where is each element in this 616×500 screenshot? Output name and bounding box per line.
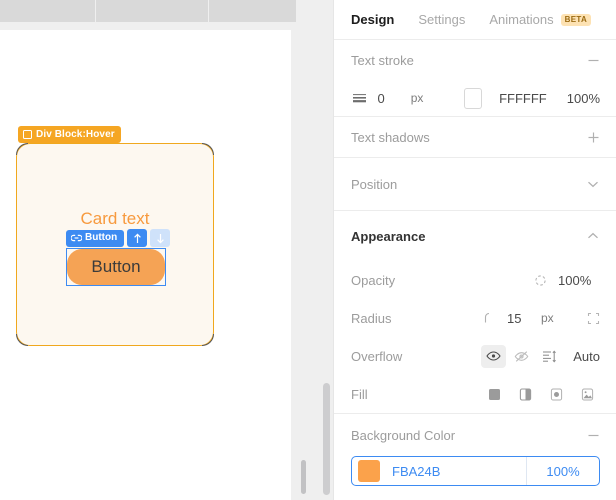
canvas-scrollbar-thumb[interactable] — [301, 460, 306, 494]
canvas-area: Div Block:Hover Card text Button Button — [0, 0, 333, 500]
corner-handle-bottom-right — [202, 334, 214, 346]
tab-design-label: Design — [351, 12, 395, 27]
overflow-label: Overflow — [351, 348, 403, 364]
text-stroke-row: 0 px FFFFFF 100% — [334, 80, 616, 116]
section-position: Position — [334, 158, 616, 211]
plus-icon[interactable] — [587, 131, 600, 144]
section-text-shadows: Text shadows — [334, 117, 616, 158]
radius-value[interactable]: 15 — [507, 311, 541, 326]
corner-handle-top-right — [202, 143, 214, 155]
eye-icon[interactable] — [481, 344, 507, 368]
fill-row: Fill — [334, 375, 616, 413]
opacity-row: Opacity 100% — [334, 261, 616, 299]
radius-unit[interactable]: px — [541, 311, 587, 325]
section-background-color-title: Background Color — [351, 427, 456, 443]
opacity-value[interactable]: 100% — [558, 273, 600, 288]
section-text-stroke: Text stroke 0 px FFFFFF 100% — [334, 40, 616, 117]
corner-handle-top-left — [16, 143, 28, 155]
background-color-hex[interactable]: FBA24B — [380, 464, 526, 479]
selected-element-name: Button — [85, 232, 118, 243]
tab-animations-label: Animations — [489, 12, 554, 27]
panel-tab-bar: Design Settings Animations BETA — [334, 0, 616, 40]
background-color-field[interactable]: FBA24B 100% — [351, 456, 600, 486]
eye-off-icon[interactable] — [509, 345, 534, 368]
radius-row: Radius 15 px — [334, 299, 616, 337]
background-color-swatch[interactable] — [358, 460, 380, 482]
tab-design[interactable]: Design — [351, 12, 394, 27]
minus-icon[interactable] — [587, 54, 600, 67]
section-background-color: Background Color FBA24B 100% — [334, 414, 616, 486]
opacity-icon[interactable] — [534, 274, 547, 287]
app-root: Div Block:Hover Card text Button Button … — [0, 0, 616, 500]
overflow-row: Overflow Auto — [334, 337, 616, 375]
canvas-viewport[interactable]: Div Block:Hover Card text Button Button — [0, 30, 291, 500]
radial-gradient-icon[interactable] — [543, 383, 569, 406]
text-stroke-color-swatch[interactable] — [464, 87, 483, 109]
section-background-color-header[interactable]: Background Color — [334, 414, 616, 456]
tab-settings-label: Settings — [418, 12, 466, 27]
radius-label: Radius — [351, 310, 392, 326]
section-appearance-header[interactable]: Appearance — [334, 211, 616, 261]
square-outline-icon — [23, 130, 32, 139]
scroll-icon[interactable] — [537, 345, 562, 368]
minus-icon[interactable] — [587, 429, 600, 442]
fill-label: Fill — [351, 386, 368, 402]
chevron-up-icon[interactable] — [586, 229, 600, 243]
text-stroke-color-opacity[interactable]: 100% — [567, 91, 600, 106]
selected-element-chip[interactable]: Button — [66, 229, 125, 247]
div-block-card[interactable]: Card text Button Button — [16, 143, 214, 346]
opacity-label: Opacity — [351, 272, 396, 288]
text-stroke-width-value[interactable]: 0 — [378, 91, 385, 106]
section-text-stroke-title: Text stroke — [351, 52, 414, 68]
card-text[interactable]: Card text — [17, 210, 213, 227]
right-properties-panel: Design Settings Animations BETA Text str… — [333, 0, 616, 500]
browser-tab[interactable] — [96, 0, 208, 22]
section-text-shadows-header[interactable]: Text shadows — [334, 117, 616, 157]
section-position-title: Position — [351, 176, 398, 192]
browser-tab[interactable] — [0, 0, 95, 22]
move-down-button[interactable] — [150, 229, 171, 247]
button-element[interactable]: Button — [67, 249, 165, 285]
text-stroke-width-unit[interactable]: px — [411, 91, 424, 105]
image-fill-icon[interactable] — [574, 383, 600, 406]
section-text-stroke-header[interactable]: Text stroke — [334, 40, 616, 80]
browser-tab[interactable] — [209, 0, 296, 22]
chevron-down-icon[interactable] — [586, 177, 600, 191]
linear-gradient-icon[interactable] — [512, 383, 538, 406]
stroke-weight-icon[interactable] — [351, 92, 368, 104]
corner-radius-icon — [482, 312, 498, 324]
section-text-shadows-title: Text shadows — [351, 129, 430, 145]
background-color-opacity[interactable]: 100% — [527, 464, 599, 479]
section-position-header[interactable]: Position — [334, 158, 616, 210]
panel-scrollbar-thumb[interactable] — [323, 383, 330, 495]
canvas-scrollbar-track[interactable] — [291, 30, 306, 500]
text-stroke-color-hex[interactable]: FFFFFF — [499, 91, 547, 106]
overflow-auto-label[interactable]: Auto — [573, 349, 600, 364]
corner-handle-bottom-left — [16, 334, 28, 346]
section-appearance-title: Appearance — [351, 228, 426, 244]
tab-animations[interactable]: Animations BETA — [489, 12, 592, 27]
section-appearance: Appearance Opacity 100% Radius 15 px Ove… — [334, 211, 616, 414]
selection-toolbar: Button — [66, 229, 171, 247]
beta-badge: BETA — [560, 13, 592, 26]
move-up-button[interactable] — [127, 229, 148, 247]
link-icon — [70, 229, 83, 247]
selection-outline: Button — [66, 248, 166, 286]
tab-settings[interactable]: Settings — [418, 12, 465, 27]
browser-tab-strip — [0, 0, 296, 22]
individual-corners-icon[interactable] — [587, 312, 600, 325]
element-label-text: Div Block:Hover — [36, 128, 115, 140]
element-label-badge[interactable]: Div Block:Hover — [18, 126, 121, 143]
solid-fill-icon[interactable] — [481, 383, 507, 406]
